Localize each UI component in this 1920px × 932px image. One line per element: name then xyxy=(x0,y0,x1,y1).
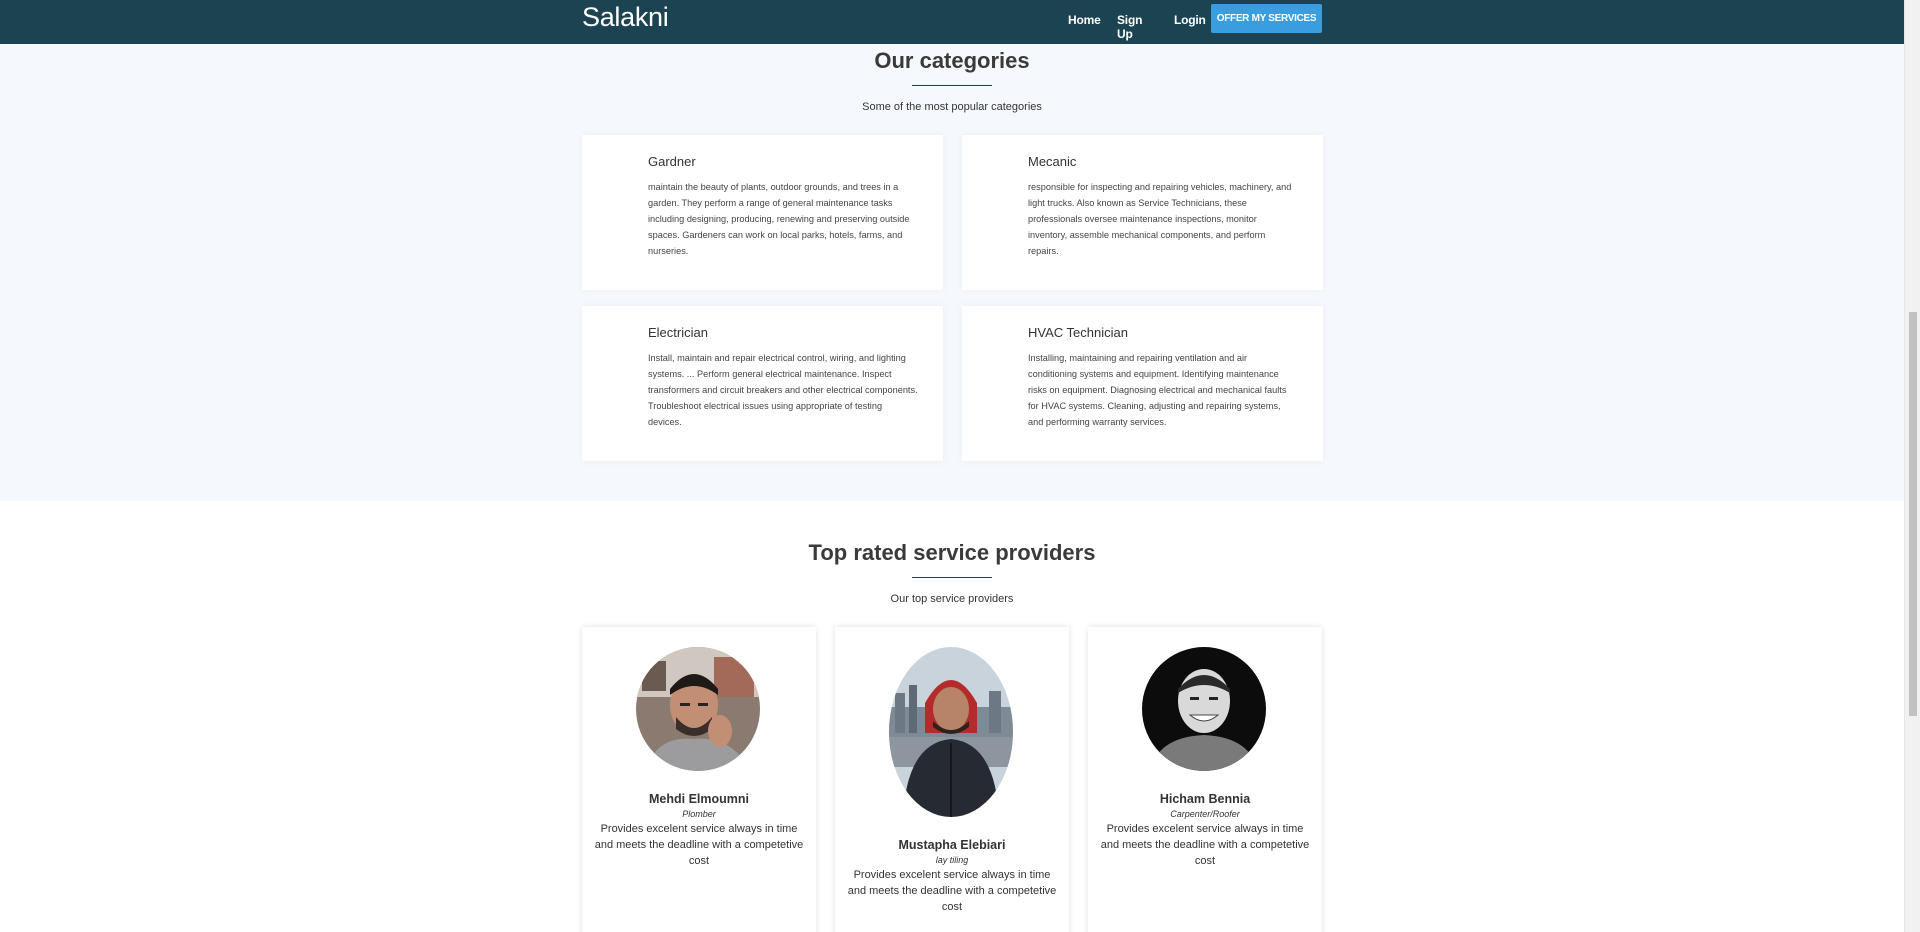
nav-home-link[interactable]: Home xyxy=(1068,13,1101,27)
avatar xyxy=(636,647,760,771)
nav-login-link[interactable]: Login xyxy=(1174,13,1206,27)
avatar xyxy=(889,647,1013,817)
provider-name: Hicham Bennia xyxy=(1159,792,1251,806)
category-name: Gardner xyxy=(648,154,696,169)
provider-name: Mustapha Elebiari xyxy=(898,838,1006,852)
providers-subtitle: Our top service providers xyxy=(890,593,1014,605)
categories-subtitle: Some of the most popular categories xyxy=(862,101,1042,113)
category-description: Installing, maintaining and repairing ve… xyxy=(1028,353,1287,427)
category-card-mecanic: Mecanic responsible for inspecting and r… xyxy=(962,135,1323,290)
nav-signup-link[interactable]: Sign Up xyxy=(1117,13,1142,41)
category-name: HVAC Technician xyxy=(1028,325,1128,340)
scrollbar-thumb[interactable] xyxy=(1909,312,1917,716)
provider-name: Mehdi Elmoumni xyxy=(649,792,749,806)
providers-divider xyxy=(912,577,992,578)
category-description: responsible for inspecting and repairing… xyxy=(1028,182,1292,256)
page-scrollbar[interactable] xyxy=(1904,0,1920,932)
category-card-gardner: Gardner maintain the beauty of plants, o… xyxy=(582,135,943,290)
provider-role: lay tiling xyxy=(935,855,969,865)
provider-description: Provides excelent service always in time… xyxy=(1100,823,1310,867)
categories-divider xyxy=(912,85,992,86)
providers-title: Top rated service providers xyxy=(808,540,1096,565)
navbar: Salakni Home Sign Up Login OFFER MY SERV… xyxy=(0,0,1904,44)
categories-section: Our categories Some of the most popular … xyxy=(0,0,1904,501)
category-description: Install, maintain and repair electrical … xyxy=(648,353,918,427)
provider-description: Provides excelent service always in time… xyxy=(847,869,1057,913)
offer-my-services-button[interactable]: OFFER MY SERVICES xyxy=(1211,4,1322,33)
provider-card-mehdi-elmoumni[interactable]: Mehdi Elmoumni Plomber Provides excelent… xyxy=(582,627,816,932)
avatar xyxy=(1142,647,1266,771)
category-name: Electrician xyxy=(648,325,708,340)
category-description: maintain the beauty of plants, outdoor g… xyxy=(648,182,910,256)
provider-role: Plomber xyxy=(682,809,716,819)
category-card-electrician: Electrician Install, maintain and repair… xyxy=(582,306,943,461)
provider-card-hicham-bennia[interactable]: Hicham Bennia Carpenter/Roofer Provides … xyxy=(1088,627,1322,932)
provider-description: Provides excelent service always in time… xyxy=(594,823,804,867)
provider-card-mustapha-elebiari[interactable]: Mustapha Elebiari lay tiling Provides ex… xyxy=(835,627,1069,932)
category-name: Mecanic xyxy=(1028,154,1077,169)
category-card-hvac-technician: HVAC Technician Installing, maintaining … xyxy=(962,306,1323,461)
brand-logo[interactable]: Salakni xyxy=(582,2,669,33)
categories-title: Our categories xyxy=(874,48,1030,73)
provider-role: Carpenter/Roofer xyxy=(1170,809,1240,819)
